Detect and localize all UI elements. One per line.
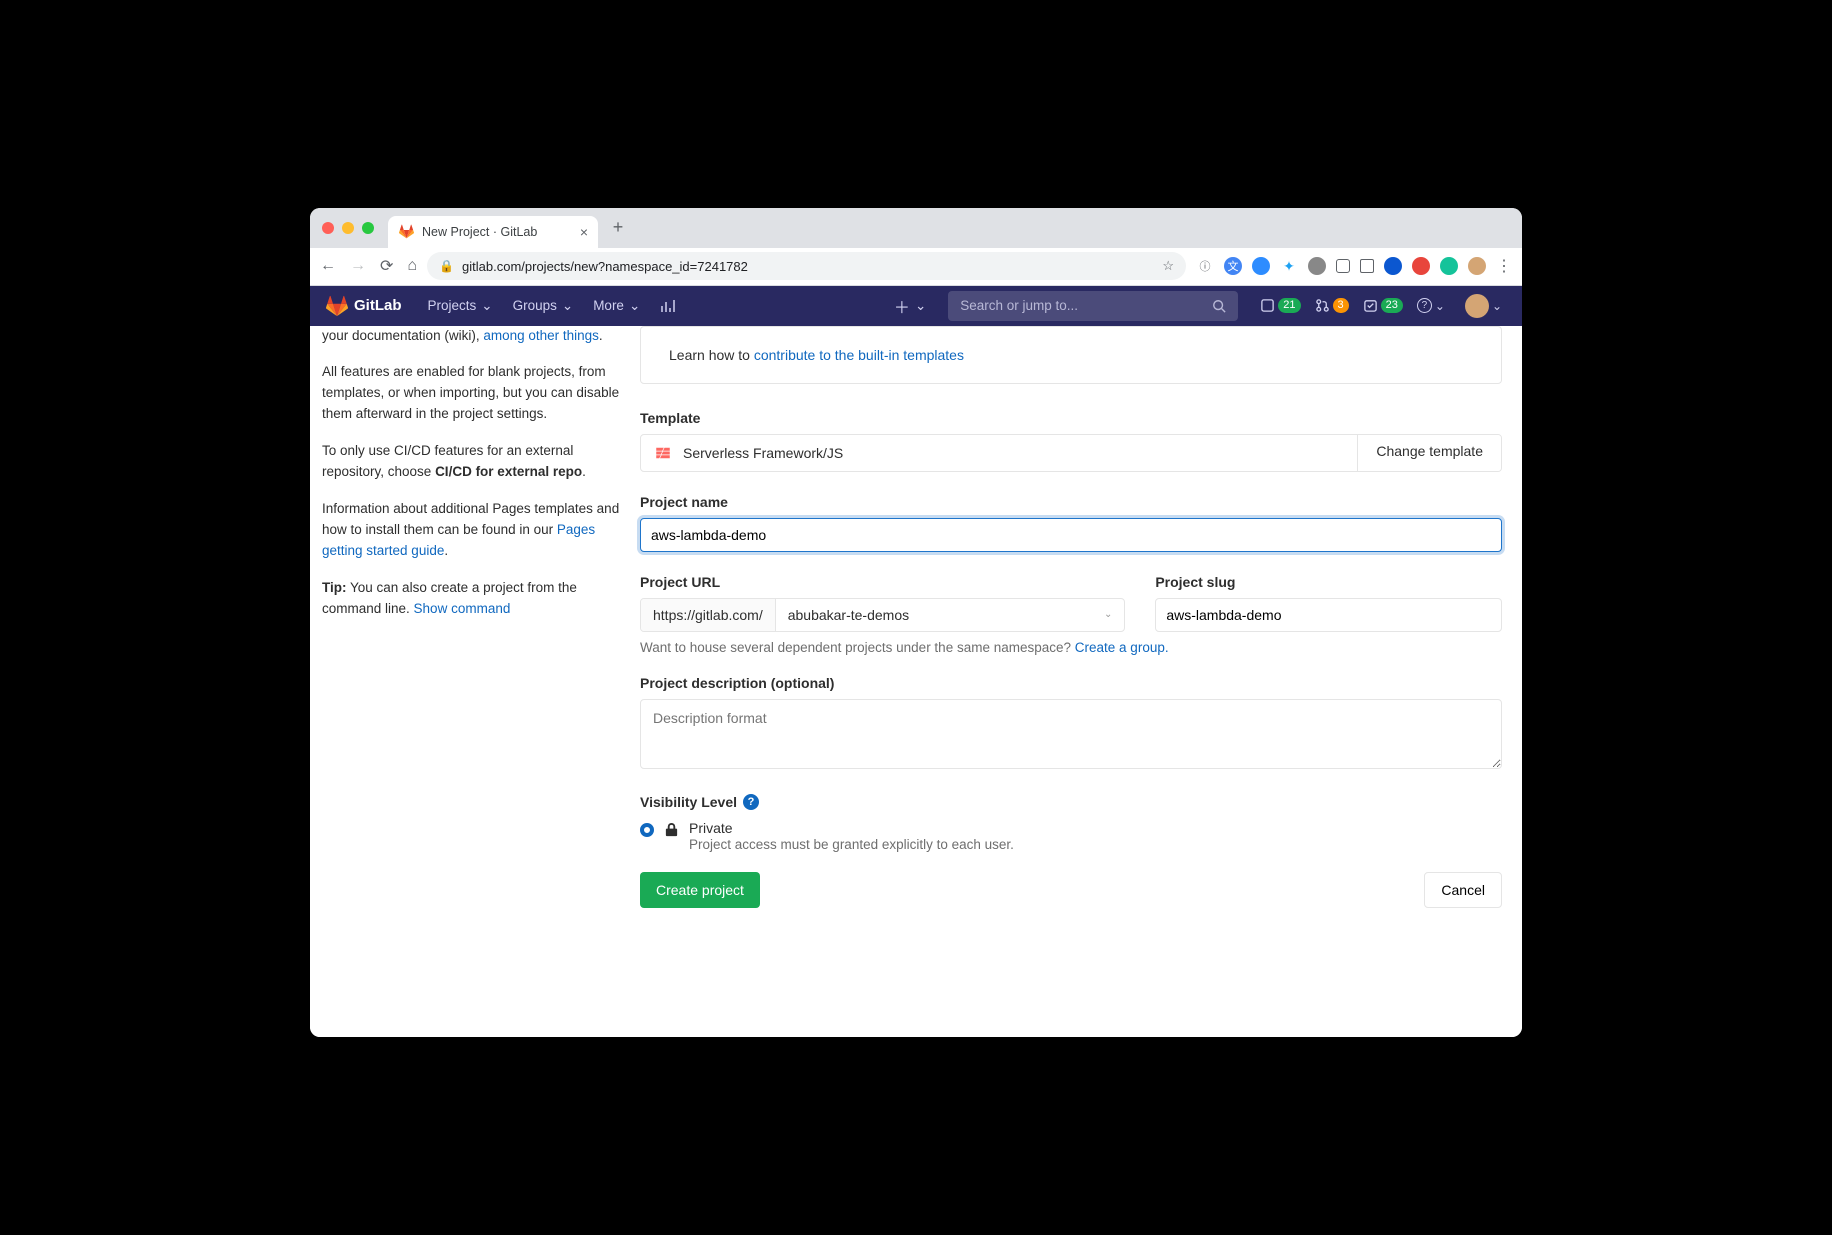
extension-icons: ⓘ 文 ✦ ⋮: [1196, 256, 1512, 276]
header-todos[interactable]: 23: [1359, 296, 1407, 315]
window-controls: [322, 222, 374, 234]
nav-projects[interactable]: Projects⌄: [420, 292, 501, 320]
search-icon: [1212, 299, 1226, 313]
search-placeholder: Search or jump to...: [960, 298, 1078, 313]
star-icon[interactable]: ☆: [1162, 258, 1174, 274]
tab-close-icon[interactable]: ×: [580, 224, 588, 240]
ext-icon-3[interactable]: [1384, 257, 1402, 275]
contribute-info-box: Learn how to contribute to the built-in …: [640, 326, 1502, 384]
address-bar[interactable]: 🔒 gitlab.com/projects/new?namespace_id=7…: [427, 252, 1186, 280]
nav-groups[interactable]: Groups⌄: [505, 292, 582, 320]
project-url-label: Project URL: [640, 574, 1125, 590]
chevron-down-icon: ⌄: [915, 298, 926, 314]
nav-activity-icon[interactable]: [652, 292, 684, 320]
chevron-down-icon: ⌄: [629, 298, 640, 314]
nav-plus[interactable]: ＋⌄: [886, 288, 934, 324]
create-project-button[interactable]: Create project: [640, 872, 760, 908]
header-issues[interactable]: 21: [1256, 296, 1304, 315]
among-other-things-link[interactable]: among other things: [483, 328, 599, 343]
ext-icon[interactable]: [1308, 257, 1326, 275]
gitlab-brand-text: GitLab: [354, 297, 402, 314]
url-text: gitlab.com/projects/new?namespace_id=724…: [462, 259, 748, 274]
description-input[interactable]: [640, 699, 1502, 769]
back-icon[interactable]: ←: [320, 257, 336, 275]
chevron-down-icon: ⌄: [1104, 609, 1112, 620]
show-command-link[interactable]: Show command: [414, 601, 511, 616]
change-template-button[interactable]: Change template: [1357, 435, 1501, 471]
template-label: Template: [640, 410, 1502, 426]
chevron-down-icon: ⌄: [1492, 299, 1502, 313]
todo-count: 23: [1381, 298, 1403, 313]
create-group-link[interactable]: Create a group.: [1075, 640, 1169, 655]
gitlab-logo[interactable]: GitLab: [326, 295, 402, 317]
page-content: your documentation (wiki), among other t…: [310, 326, 1522, 1037]
mr-count: 3: [1333, 298, 1349, 313]
grammarly-ext-icon[interactable]: [1440, 257, 1458, 275]
header-user-menu[interactable]: ⌄: [1455, 292, 1506, 320]
cancel-button[interactable]: Cancel: [1424, 872, 1502, 908]
gitlab-header: GitLab Projects⌄ Groups⌄ More⌄ ＋⌄ Search…: [310, 286, 1522, 326]
translate-icon[interactable]: 文: [1224, 257, 1242, 275]
serverless-icon: [653, 443, 673, 463]
reload-icon[interactable]: ⟳: [380, 256, 393, 276]
form-column: Learn how to contribute to the built-in …: [640, 326, 1522, 1037]
namespace-select[interactable]: abubakar-te-demos ⌄: [776, 599, 1125, 631]
lock-icon: 🔒: [439, 259, 454, 273]
nav-more[interactable]: More⌄: [585, 292, 648, 320]
chevron-down-icon: ⌄: [562, 298, 573, 314]
global-search[interactable]: Search or jump to...: [948, 291, 1238, 321]
project-name-label: Project name: [640, 494, 1502, 510]
browser-menu-icon[interactable]: ⋮: [1496, 256, 1512, 276]
help-features-text: All features are enabled for blank proje…: [322, 362, 622, 425]
header-merge-requests[interactable]: 3: [1311, 296, 1353, 315]
browser-tabstrip: New Project · GitLab × +: [310, 208, 1522, 248]
chevron-down-icon: ⌄: [481, 298, 492, 314]
template-selector: Serverless Framework/JS Change template: [640, 434, 1502, 472]
screenshot-frame: New Project · GitLab × + ← → ⟳ ⌂ 🔒 gitla…: [259, 183, 1573, 1053]
new-tab-button[interactable]: +: [604, 214, 632, 242]
gitlab-favicon-icon: [398, 224, 414, 240]
visibility-help-icon[interactable]: ?: [743, 794, 759, 810]
private-desc: Project access must be granted explicitl…: [689, 837, 1014, 852]
home-icon[interactable]: ⌂: [407, 257, 417, 275]
twitter-ext-icon[interactable]: ✦: [1280, 257, 1298, 275]
browser-window: New Project · GitLab × + ← → ⟳ ⌂ 🔒 gitla…: [310, 208, 1522, 1037]
pocket-ext-icon[interactable]: [1336, 259, 1350, 273]
browser-toolbar: ← → ⟳ ⌂ 🔒 gitlab.com/projects/new?namesp…: [310, 248, 1522, 286]
namespace-helper: Want to house several dependent projects…: [640, 640, 1502, 655]
profile-avatar-icon[interactable]: [1468, 257, 1486, 275]
visibility-private-option[interactable]: Private Project access must be granted e…: [640, 820, 1502, 852]
ext-icon-2[interactable]: [1360, 259, 1374, 273]
help-icon: ?: [1417, 298, 1432, 313]
plus-icon: ＋: [894, 294, 910, 318]
header-help[interactable]: ? ⌄: [1413, 296, 1449, 315]
zoom-ext-icon[interactable]: [1252, 257, 1270, 275]
forward-icon[interactable]: →: [350, 257, 366, 275]
ext-icon-4[interactable]: [1412, 257, 1430, 275]
selected-template: Serverless Framework/JS: [641, 435, 1357, 471]
contribute-templates-link[interactable]: contribute to the built-in templates: [754, 347, 964, 363]
info-icon[interactable]: ⓘ: [1196, 257, 1214, 275]
user-avatar-icon: [1465, 294, 1489, 318]
maximize-window-icon[interactable]: [362, 222, 374, 234]
browser-tab[interactable]: New Project · GitLab ×: [388, 216, 598, 248]
tab-title: New Project · GitLab: [422, 225, 572, 239]
project-slug-label: Project slug: [1155, 574, 1502, 590]
visibility-label: Visibility Level: [640, 794, 737, 810]
template-name-text: Serverless Framework/JS: [683, 445, 843, 461]
issues-count: 21: [1278, 298, 1300, 313]
url-prefix: https://gitlab.com/: [641, 599, 776, 631]
chevron-down-icon: ⌄: [1435, 299, 1445, 313]
radio-selected-icon: [640, 823, 654, 837]
close-window-icon[interactable]: [322, 222, 334, 234]
private-title: Private: [689, 820, 1014, 836]
minimize-window-icon[interactable]: [342, 222, 354, 234]
description-label: Project description (optional): [640, 675, 1502, 691]
project-name-input[interactable]: [640, 518, 1502, 552]
lock-icon: [664, 822, 679, 837]
project-slug-input[interactable]: [1155, 598, 1502, 632]
namespace-value: abubakar-te-demos: [788, 607, 909, 623]
sidebar-help: your documentation (wiki), among other t…: [310, 326, 640, 1037]
